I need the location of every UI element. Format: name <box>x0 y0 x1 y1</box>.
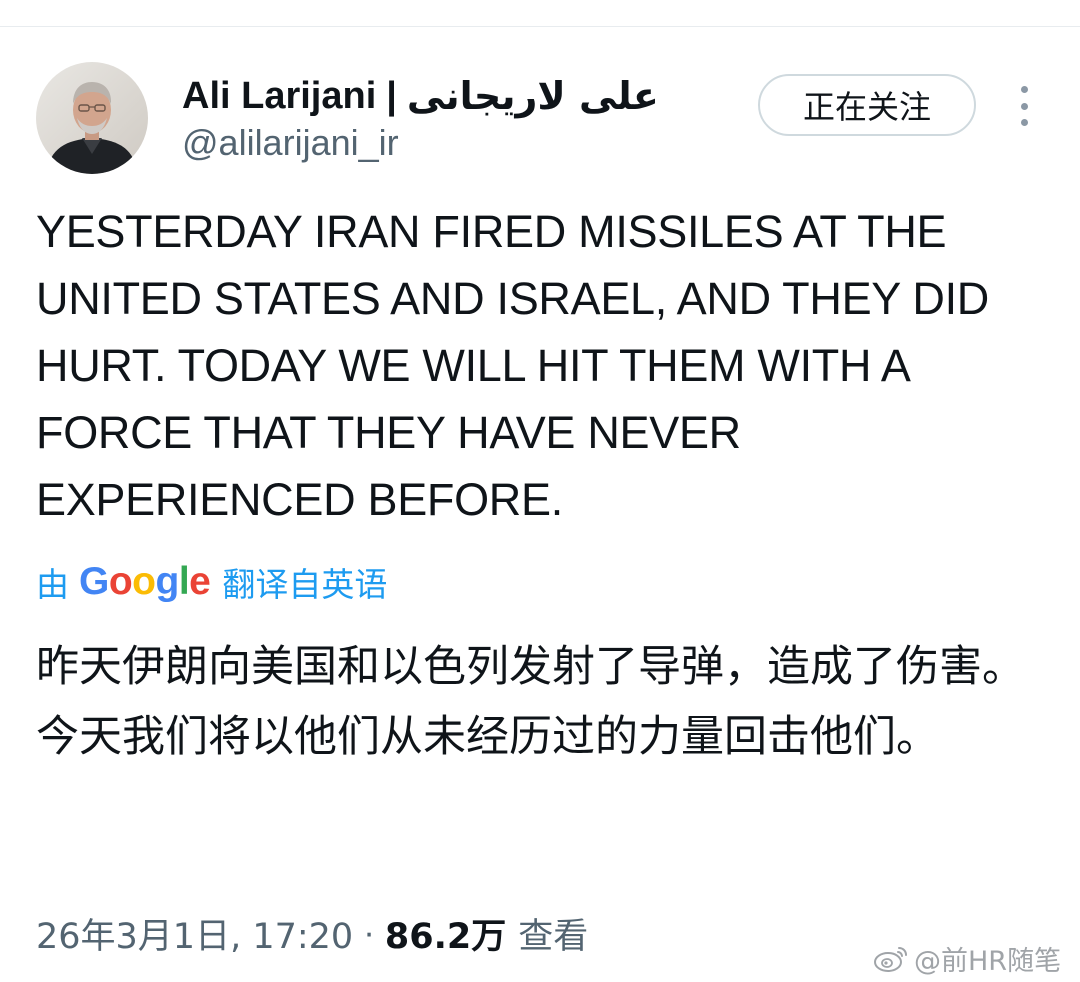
weibo-icon <box>874 947 907 972</box>
google-logo-letter: e <box>189 560 211 603</box>
google-logo-letter: G <box>79 560 109 603</box>
following-button[interactable]: 正在关注 <box>758 74 976 136</box>
translate-link[interactable]: 翻译自英语 <box>222 558 387 606</box>
watermark-text: @前HR随笔 <box>914 945 1062 977</box>
google-logo-letter: o <box>132 560 156 603</box>
watermark: @前HR随笔 <box>872 938 1061 978</box>
meta-dot: · <box>363 913 375 952</box>
google-logo: Google <box>79 560 211 604</box>
more-dot <box>1020 86 1028 93</box>
more-vertical-icon[interactable] <box>1012 86 1036 126</box>
name-row[interactable]: Ali Larijani | علی لاریجانی <box>182 70 659 122</box>
google-logo-letter: l <box>178 560 190 603</box>
google-logo-letter: o <box>108 560 133 603</box>
display-name-persian[interactable]: علی لاریجانی <box>407 74 659 118</box>
google-logo-letter: g <box>155 560 180 603</box>
tweet-meta: 26年3月1日, 17:20 · 86.2万 查看 <box>36 906 588 960</box>
translation-prefix: 由 <box>36 565 69 604</box>
tweet-text: YESTERDAY IRAN FIRED MISSILES AT THE UNI… <box>36 206 989 525</box>
timestamp[interactable]: 26年3月1日, 17:20 <box>36 908 353 959</box>
views-label: 查看 <box>518 916 589 957</box>
profile-photo-icon <box>36 62 148 174</box>
more-dot <box>1020 119 1028 126</box>
avatar[interactable] <box>36 62 148 174</box>
display-name[interactable]: Ali Larijani <box>182 75 376 118</box>
name-separator: | <box>386 74 397 117</box>
views-count: 86.2万 <box>384 916 507 957</box>
top-divider <box>0 26 1080 27</box>
user-handle[interactable]: @alilarijani_ir <box>182 122 399 164</box>
translated-text: 昨天伊朗向美国和以色列发射了导弹，造成了伤害。今天我们将以他们从未经历过的力量回… <box>36 642 1025 762</box>
google-logo-text: Google <box>79 560 211 603</box>
translation-attribution[interactable]: 由 Google 翻译自英语 <box>36 556 387 608</box>
more-dot <box>1020 102 1028 110</box>
